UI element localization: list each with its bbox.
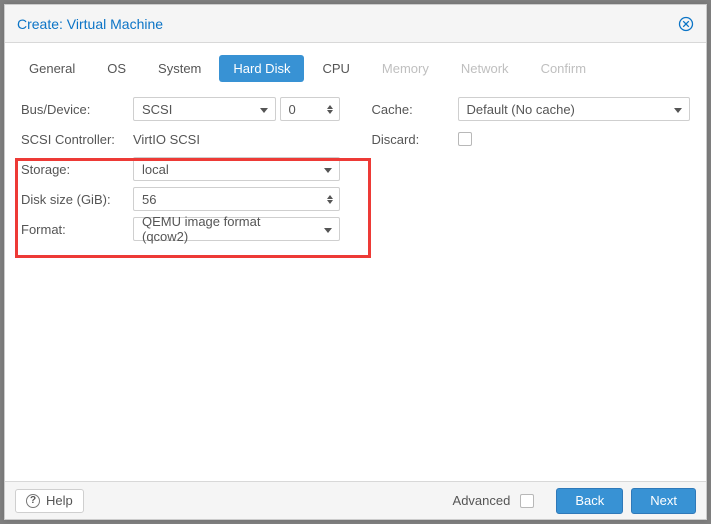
disk-size-value: 56 [134, 192, 321, 207]
format-value: QEMU image format (qcow2) [134, 214, 317, 244]
advanced-checkbox[interactable] [520, 494, 534, 508]
device-index-value: 0 [281, 102, 321, 117]
tab-hard-disk[interactable]: Hard Disk [219, 55, 304, 82]
tab-network: Network [447, 55, 523, 82]
right-column: Cache: Default (No cache) Discard: [372, 94, 691, 244]
bus-select-value: SCSI [134, 102, 253, 117]
storage-value: local [134, 162, 317, 177]
help-icon: ? [26, 494, 40, 508]
help-button[interactable]: ? Help [15, 489, 84, 513]
left-column: Bus/Device: SCSI 0 [21, 94, 340, 244]
spinner-arrows-icon [321, 195, 339, 204]
bus-device-label: Bus/Device: [21, 102, 133, 117]
tab-system[interactable]: System [144, 55, 215, 82]
close-icon[interactable] [678, 16, 694, 32]
discard-label: Discard: [372, 132, 458, 147]
cache-value: Default (No cache) [459, 102, 668, 117]
dialog: Create: Virtual Machine General OS Syste… [4, 4, 707, 520]
device-index-spinner[interactable]: 0 [280, 97, 340, 121]
storage-label: Storage: [21, 162, 133, 177]
form-body: Bus/Device: SCSI 0 [5, 90, 706, 481]
cache-select[interactable]: Default (No cache) [458, 97, 691, 121]
storage-select[interactable]: local [133, 157, 340, 181]
discard-checkbox[interactable] [458, 132, 472, 146]
help-label: Help [46, 493, 73, 508]
chevron-down-icon [317, 227, 339, 232]
advanced-label: Advanced [453, 493, 511, 508]
format-label: Format: [21, 222, 133, 237]
spinner-arrows-icon [321, 105, 339, 114]
tab-cpu[interactable]: CPU [308, 55, 363, 82]
chevron-down-icon [317, 167, 339, 172]
disk-size-spinner[interactable]: 56 [133, 187, 340, 211]
footer: ? Help Advanced Back Next [5, 481, 706, 519]
cache-label: Cache: [372, 102, 458, 117]
tab-general[interactable]: General [15, 55, 89, 82]
tab-os[interactable]: OS [93, 55, 140, 82]
dialog-title: Create: Virtual Machine [17, 16, 678, 32]
bus-select[interactable]: SCSI [133, 97, 276, 121]
tab-memory: Memory [368, 55, 443, 82]
back-button[interactable]: Back [556, 488, 623, 514]
tabs: General OS System Hard Disk CPU Memory N… [5, 43, 706, 90]
chevron-down-icon [253, 107, 275, 112]
chevron-down-icon [667, 107, 689, 112]
format-select[interactable]: QEMU image format (qcow2) [133, 217, 340, 241]
scsi-controller-value: VirtIO SCSI [133, 132, 200, 147]
tab-confirm: Confirm [527, 55, 601, 82]
next-button[interactable]: Next [631, 488, 696, 514]
scsi-controller-label: SCSI Controller: [21, 132, 133, 147]
disk-size-label: Disk size (GiB): [21, 192, 133, 207]
titlebar: Create: Virtual Machine [5, 5, 706, 43]
